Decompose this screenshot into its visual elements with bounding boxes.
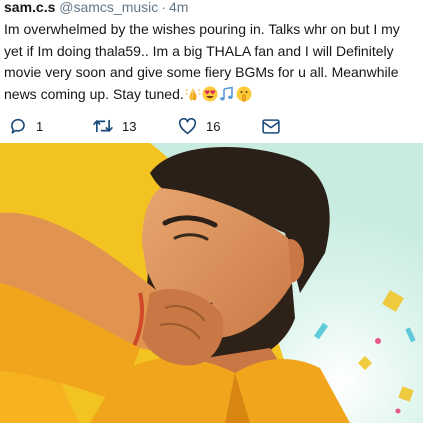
- photo-illustration: [0, 143, 423, 423]
- reply-button[interactable]: 1: [9, 113, 43, 139]
- folded-hands-icon: [185, 87, 201, 100]
- user-handle[interactable]: @samcs_music: [59, 0, 158, 15]
- like-button[interactable]: 16: [178, 113, 220, 139]
- tweet-header: sam.c.s @samcs_music · 4m: [4, 0, 188, 16]
- tweet-text: Im overwhelmed by the wishes pouring in.…: [4, 19, 423, 105]
- retweet-button[interactable]: 13: [93, 113, 136, 139]
- timestamp[interactable]: 4m: [169, 0, 188, 15]
- reply-icon: [11, 118, 25, 134]
- display-name[interactable]: sam.c.s: [4, 0, 55, 15]
- retweet-count: 13: [122, 118, 137, 134]
- envelope-icon: [262, 118, 280, 134]
- tweet-actions: 1 13 16: [0, 113, 423, 139]
- retweet-icon: [93, 119, 113, 133]
- tweet-text-line-last: news coming up. Stay tuned.: [4, 84, 423, 106]
- like-count: 16: [206, 118, 221, 134]
- shushing-face-icon: [236, 86, 252, 102]
- direct-message-button[interactable]: [262, 113, 280, 139]
- reply-count: 1: [36, 118, 44, 134]
- tweet-text-line: movie very soon and give some fiery BGMs…: [4, 64, 399, 80]
- tweet-photo[interactable]: [0, 143, 423, 423]
- tweet-text-line: yet if Im doing thala59.. Im a big THALA…: [4, 42, 394, 59]
- heart-eyes-icon: [202, 86, 218, 101]
- heart-icon: [178, 117, 197, 134]
- tweet-text-line: news coming up. Stay tuned.: [4, 85, 184, 102]
- separator-dot: ·: [161, 0, 166, 15]
- musical-notes-icon: [219, 86, 233, 100]
- tweet-card: sam.c.s @samcs_music · 4m Im overwhelmed b…: [0, 0, 423, 423]
- tweet-text-line: Im overwhelmed by the wishes pouring in.…: [4, 21, 400, 37]
